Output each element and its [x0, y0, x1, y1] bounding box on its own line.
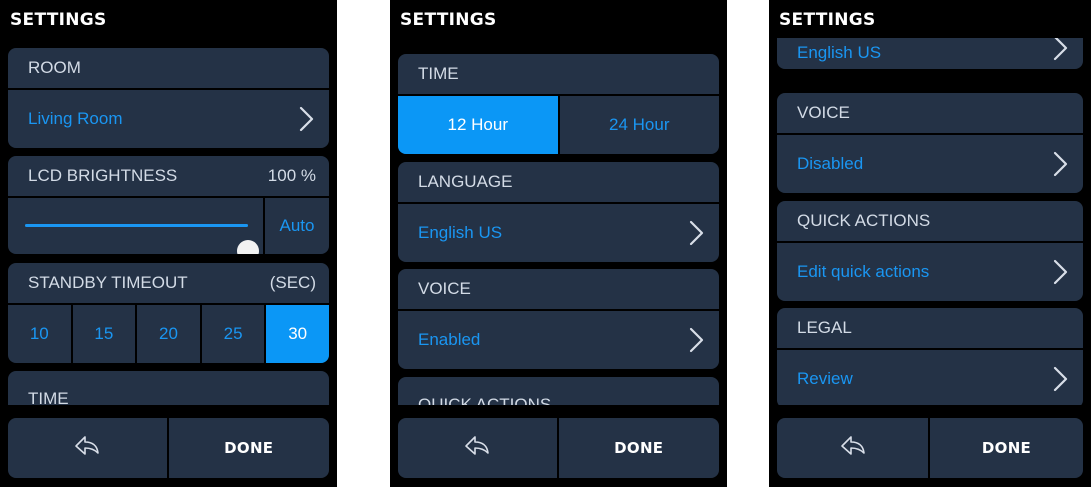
back-arrow-icon: [73, 434, 101, 463]
time-header-label: TIME: [418, 64, 459, 83]
standby-timeout-card: STANDBY TIMEOUT (SEC) 10 15 20 25 30: [8, 263, 329, 363]
standby-timeout-header-label: STANDBY TIMEOUT: [28, 273, 188, 292]
language-value: English US: [797, 43, 882, 62]
quick-actions-header-label: QUICK ACTIONS: [797, 211, 931, 230]
brightness-value: 100 %: [267, 166, 316, 185]
legal-header-label: LEGAL: [797, 318, 852, 337]
language-header: LANGUAGE: [398, 162, 719, 204]
settings-screen-legal: SETTINGS English US VOICE Disabled QUICK…: [769, 0, 1091, 487]
chevron-right-icon: [1049, 257, 1071, 287]
time-card: TIME 12 Hour 24 Hour: [398, 54, 719, 154]
brightness-header: LCD BRIGHTNESS 100 %: [8, 156, 329, 198]
legal-selector[interactable]: Review: [777, 350, 1083, 405]
language-selector[interactable]: English US: [777, 38, 1083, 69]
brightness-auto-button[interactable]: Auto: [265, 198, 329, 254]
voice-selector[interactable]: Disabled: [777, 135, 1083, 193]
bottom-action-bar: DONE: [777, 418, 1083, 478]
bottom-action-bar: DONE: [8, 418, 329, 478]
voice-value: Disabled: [797, 154, 864, 173]
quick-actions-selector[interactable]: Edit quick actions: [777, 243, 1083, 301]
room-header: ROOM: [8, 48, 329, 90]
brightness-slider-fill: [25, 224, 248, 227]
time-format-options: 12 Hour 24 Hour: [398, 96, 719, 154]
settings-scroll-area[interactable]: TIME 12 Hour 24 Hour LANGUAGE English US…: [390, 45, 727, 405]
brightness-slider-thumb[interactable]: [237, 240, 259, 254]
room-header-label: ROOM: [28, 58, 81, 77]
chevron-right-icon: [1049, 149, 1071, 179]
room-selector[interactable]: Living Room: [8, 90, 329, 148]
legal-header: LEGAL: [777, 308, 1083, 350]
chevron-right-icon: [295, 104, 317, 134]
language-card: LANGUAGE English US: [398, 162, 719, 262]
done-button[interactable]: DONE: [169, 418, 330, 478]
voice-value: Enabled: [418, 330, 481, 349]
standby-option-25[interactable]: 25: [202, 305, 267, 363]
time-option-24-hour[interactable]: 24 Hour: [560, 96, 720, 154]
room-card: ROOM Living Room: [8, 48, 329, 148]
voice-header: VOICE: [398, 269, 719, 311]
quick-actions-header-label: QUICK ACTIONS: [418, 395, 552, 405]
screen-title: SETTINGS: [400, 10, 497, 30]
voice-header: VOICE: [777, 93, 1083, 135]
back-button[interactable]: [8, 418, 169, 478]
back-arrow-icon: [463, 434, 491, 463]
room-value: Living Room: [28, 109, 123, 128]
standby-option-20[interactable]: 20: [137, 305, 202, 363]
language-value: English US: [418, 223, 503, 242]
time-header-label: TIME: [28, 389, 69, 405]
voice-selector[interactable]: Enabled: [398, 311, 719, 369]
legal-value: Review: [797, 369, 853, 388]
voice-card: VOICE Enabled: [398, 269, 719, 369]
quick-actions-card: QUICK ACTIONS Edit quick actions: [777, 201, 1083, 301]
brightness-card: LCD BRIGHTNESS 100 % Auto: [8, 156, 329, 254]
brightness-control: Auto: [8, 198, 329, 254]
bottom-action-bar: DONE: [398, 418, 719, 478]
standby-timeout-options: 10 15 20 25 30: [8, 305, 329, 363]
back-arrow-icon: [839, 434, 867, 463]
chevron-right-icon: [1049, 38, 1071, 63]
voice-header-label: VOICE: [797, 103, 850, 122]
back-button[interactable]: [777, 418, 930, 478]
settings-scroll-area[interactable]: English US VOICE Disabled QUICK ACTIONS: [769, 38, 1091, 405]
time-option-12-hour[interactable]: 12 Hour: [398, 96, 560, 154]
voice-header-label: VOICE: [418, 279, 471, 298]
standby-timeout-unit: (SEC): [269, 273, 316, 292]
done-button[interactable]: DONE: [930, 418, 1083, 478]
language-selector[interactable]: English US: [398, 204, 719, 262]
time-header: TIME: [8, 371, 329, 405]
time-card: TIME: [8, 371, 329, 405]
language-header-label: LANGUAGE: [418, 172, 513, 191]
standby-option-15[interactable]: 15: [73, 305, 138, 363]
brightness-header-label: LCD BRIGHTNESS: [28, 166, 178, 185]
brightness-slider[interactable]: [8, 198, 265, 254]
legal-card: LEGAL Review: [777, 308, 1083, 405]
standby-timeout-header: STANDBY TIMEOUT (SEC): [8, 263, 329, 305]
quick-actions-value: Edit quick actions: [797, 262, 930, 281]
screen-title: SETTINGS: [779, 10, 876, 30]
chevron-right-icon: [1049, 364, 1071, 394]
chevron-right-icon: [685, 218, 707, 248]
voice-card: VOICE Disabled: [777, 93, 1083, 193]
time-header: TIME: [398, 54, 719, 96]
settings-screen-room: SETTINGS ROOM Living Room LCD BRIGHTNESS…: [0, 0, 337, 487]
back-button[interactable]: [398, 418, 559, 478]
language-card: English US: [777, 38, 1083, 69]
quick-actions-card: QUICK ACTIONS: [398, 377, 719, 405]
brightness-slider-track: [25, 224, 259, 254]
settings-screen-time: SETTINGS TIME 12 Hour 24 Hour LANGUAGE E…: [390, 0, 727, 487]
done-button[interactable]: DONE: [559, 418, 720, 478]
quick-actions-header: QUICK ACTIONS: [398, 377, 719, 405]
standby-option-10[interactable]: 10: [8, 305, 73, 363]
settings-scroll-area[interactable]: ROOM Living Room LCD BRIGHTNESS 100 % Au…: [0, 45, 337, 405]
screen-title: SETTINGS: [10, 10, 107, 30]
standby-option-30[interactable]: 30: [266, 305, 329, 363]
quick-actions-header: QUICK ACTIONS: [777, 201, 1083, 243]
chevron-right-icon: [685, 325, 707, 355]
